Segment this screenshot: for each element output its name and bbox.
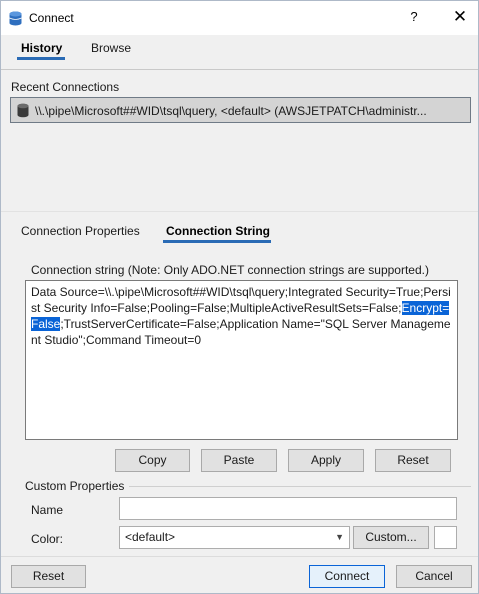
recent-connections-label: Recent Connections xyxy=(11,80,120,94)
connection-string-text: ;TrustServerCertificate=False;Applicatio… xyxy=(31,317,451,347)
tab-browse[interactable]: Browse xyxy=(91,41,131,55)
chevron-down-icon: ▼ xyxy=(335,532,344,542)
connection-string-text: Data Source=\\.\pipe\Microsoft##WID\tsql… xyxy=(31,285,451,315)
divider xyxy=(129,486,471,487)
tab-history[interactable]: History xyxy=(21,41,62,55)
color-swatch[interactable] xyxy=(434,526,457,549)
database-icon xyxy=(17,103,29,118)
tab-connection-string[interactable]: Connection String xyxy=(166,224,270,238)
active-tab-indicator xyxy=(163,240,271,243)
color-label: Color: xyxy=(31,532,64,546)
connect-dialog: Connect ? ✕ History Browse Recent Connec… xyxy=(0,0,479,594)
custom-properties-label: Custom Properties xyxy=(25,479,125,493)
name-label: Name xyxy=(31,503,64,517)
reset-button[interactable]: Reset xyxy=(11,565,86,588)
connection-string-textarea[interactable]: Data Source=\\.\pipe\Microsoft##WID\tsql… xyxy=(25,280,458,440)
color-select[interactable]: <default> ▼ xyxy=(119,526,350,549)
name-input[interactable] xyxy=(119,497,457,520)
divider xyxy=(1,69,478,70)
connect-button[interactable]: Connect xyxy=(309,565,385,588)
title-bar: Connect ? ✕ xyxy=(1,1,478,35)
divider xyxy=(1,556,478,557)
help-button[interactable]: ? xyxy=(404,9,424,27)
connection-tab-bar: Connection Properties Connection String xyxy=(1,219,478,245)
custom-color-button[interactable]: Custom... xyxy=(353,526,429,549)
tab-connection-properties[interactable]: Connection Properties xyxy=(21,224,140,238)
copy-button[interactable]: Copy xyxy=(115,449,190,472)
reset-string-button[interactable]: Reset xyxy=(375,449,451,472)
close-button[interactable]: ✕ xyxy=(449,7,471,29)
apply-button[interactable]: Apply xyxy=(288,449,364,472)
recent-connection-text: \\.\pipe\Microsoft##WID\tsql\query, <def… xyxy=(35,104,427,118)
divider xyxy=(1,211,478,212)
active-tab-indicator xyxy=(17,57,65,60)
database-icon xyxy=(9,11,22,26)
color-select-value: <default> xyxy=(125,530,176,544)
cancel-button[interactable]: Cancel xyxy=(396,565,472,588)
connection-string-note: Connection string (Note: Only ADO.NET co… xyxy=(31,263,429,277)
window-title: Connect xyxy=(29,11,74,25)
top-tab-bar: History Browse xyxy=(1,35,478,63)
recent-connection-item[interactable]: \\.\pipe\Microsoft##WID\tsql\query, <def… xyxy=(10,97,471,123)
paste-button[interactable]: Paste xyxy=(201,449,277,472)
